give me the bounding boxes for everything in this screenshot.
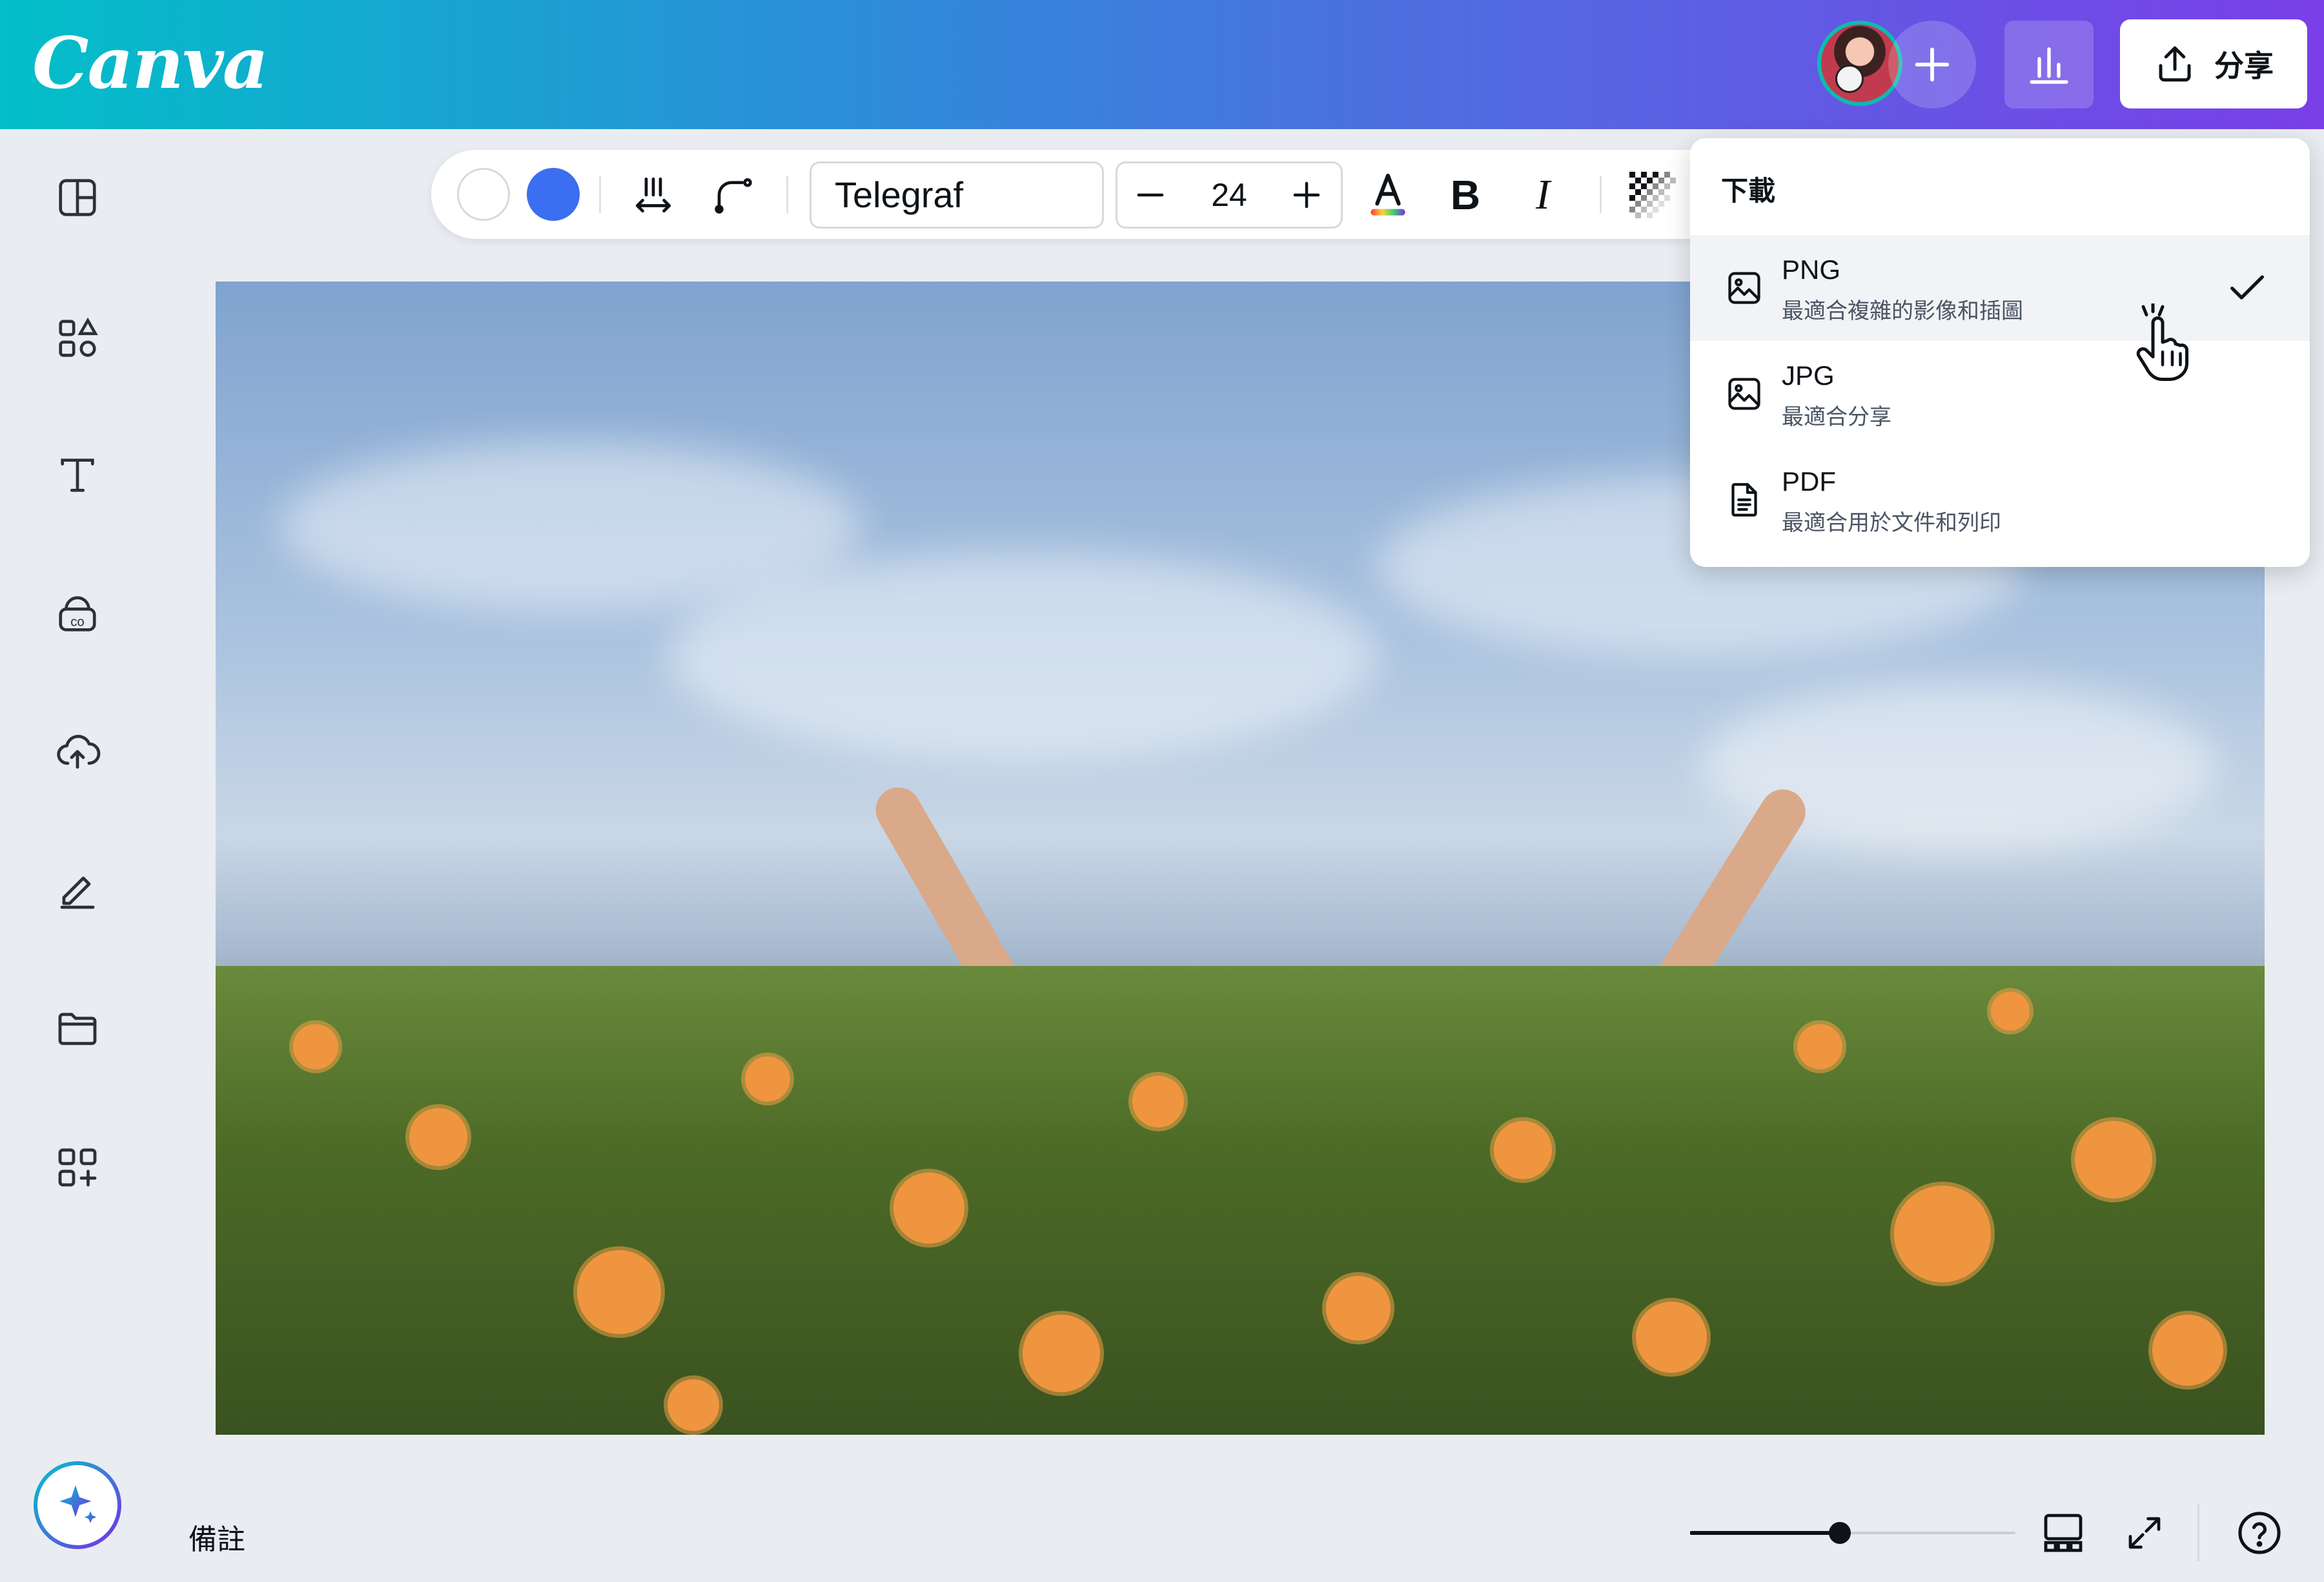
bar-chart-icon [2030, 47, 2068, 84]
hand-pointer-cursor-icon [2136, 303, 2188, 381]
flower [1894, 1186, 1991, 1282]
folder-icon [58, 1012, 97, 1045]
increase-size-button[interactable] [1281, 169, 1332, 221]
magic-button-inner [37, 1465, 117, 1545]
layout-panel-icon [59, 179, 96, 216]
font-family-dropdown[interactable]: Telegraf [810, 161, 1104, 229]
download-option-description: 最適合分享 [1782, 405, 1891, 429]
decrease-size-button[interactable] [1125, 169, 1176, 221]
sidebar-item-text[interactable] [52, 449, 103, 501]
bold-button[interactable]: B [1440, 169, 1491, 221]
flower [409, 1108, 467, 1166]
help-button[interactable] [2231, 1505, 2288, 1561]
sidebar-item-projects[interactable] [52, 1002, 103, 1054]
flower [1636, 1302, 1707, 1373]
text-color-button[interactable] [1362, 169, 1414, 221]
svg-text:co: co [70, 615, 85, 630]
share-button[interactable]: 分享 [2120, 19, 2307, 108]
spacing-button[interactable] [627, 169, 679, 221]
zoom-handle[interactable] [1829, 1522, 1851, 1544]
sidebar-item-design[interactable] [52, 172, 103, 223]
download-option-label: PDF [1782, 466, 1836, 497]
image-icon [1728, 378, 1760, 410]
notes-button[interactable]: 備註 [189, 1516, 245, 1557]
shapes-icon [59, 317, 98, 357]
help-question-icon [2238, 1512, 2281, 1554]
text-color-icon [1371, 174, 1405, 216]
sidebar-item-brand[interactable]: co [52, 589, 103, 641]
download-menu-title: 下載 [1721, 176, 1776, 206]
toolbar-divider [786, 176, 788, 213]
download-option-description: 最適合複雜的影像和插圖 [1782, 299, 2023, 324]
brand-kit-icon: co [59, 596, 96, 632]
flower [293, 1024, 338, 1069]
sidebar-item-uploads[interactable] [52, 726, 103, 777]
flower [1326, 1276, 1391, 1341]
upload-icon [2159, 46, 2191, 82]
sidebar-item-elements[interactable] [52, 313, 103, 364]
minus-icon [1137, 193, 1164, 197]
toolbar-divider [1600, 176, 1602, 213]
canva-logo[interactable]: Canva [32, 18, 269, 108]
share-label: 分享 [2214, 49, 2274, 83]
add-collaborator-button[interactable] [1888, 21, 1976, 108]
download-option-label: JPG [1782, 360, 1835, 391]
sidebar-item-apps[interactable] [52, 1142, 103, 1193]
flower [577, 1250, 661, 1334]
zoom-slider-track[interactable] [1690, 1517, 2015, 1548]
toolbar-divider [599, 176, 601, 213]
expand-icon [2128, 1517, 2161, 1549]
checkmark-icon [2230, 275, 2264, 300]
flower [1991, 992, 2030, 1031]
cloud-upload-icon [57, 735, 101, 769]
document-icon [1731, 483, 1757, 517]
flower [1797, 1024, 1842, 1069]
transparency-button[interactable] [1627, 169, 1678, 221]
font-size-input[interactable]: 24 [1198, 161, 1260, 229]
insights-button[interactable] [2004, 21, 2094, 108]
top-bar: Canva 分享 [0, 0, 2324, 129]
cloud [668, 553, 1378, 759]
letter-spacing-icon [635, 177, 671, 213]
fullscreen-button[interactable] [2116, 1505, 2173, 1561]
flower [1132, 1076, 1184, 1127]
plus-icon [1293, 181, 1320, 209]
magic-assistant-button[interactable] [34, 1461, 121, 1549]
flower [745, 1056, 790, 1102]
flower [893, 1173, 964, 1244]
color-swatch-white[interactable] [457, 168, 510, 221]
curve-path-icon [715, 178, 752, 214]
pen-draw-icon [60, 876, 95, 909]
download-option-label: PNG [1782, 254, 1841, 285]
download-option-description: 最適合用於文件和列印 [1782, 511, 2001, 535]
sidebar-item-draw[interactable] [52, 864, 103, 916]
flower [1023, 1315, 1100, 1392]
image-icon [1728, 272, 1760, 304]
grid-view-icon [2044, 1514, 2083, 1552]
avatar-ball [1835, 65, 1864, 93]
flower [2152, 1315, 2223, 1386]
sparkle-icon [59, 1485, 97, 1523]
download-option-jpg[interactable]: JPG 最適合分享 [1690, 341, 2310, 447]
flower [668, 1379, 719, 1431]
plus-icon [1915, 47, 1950, 82]
curve-text-button[interactable] [708, 169, 759, 221]
download-option-png[interactable]: PNG 最適合複雜的影像和插圖 [1690, 235, 2310, 341]
download-option-pdf[interactable]: PDF 最適合用於文件和列印 [1690, 447, 2310, 553]
text-icon [61, 458, 94, 492]
bottom-divider [2197, 1505, 2199, 1561]
apps-grid-icon [58, 1148, 97, 1187]
page-grid-view-button[interactable] [2035, 1505, 2092, 1561]
flower [2075, 1121, 2152, 1198]
color-swatch-blue[interactable] [527, 168, 580, 221]
flower [1494, 1121, 1552, 1179]
italic-button[interactable]: I [1517, 169, 1569, 221]
transparency-checker-icon [1629, 172, 1676, 218]
